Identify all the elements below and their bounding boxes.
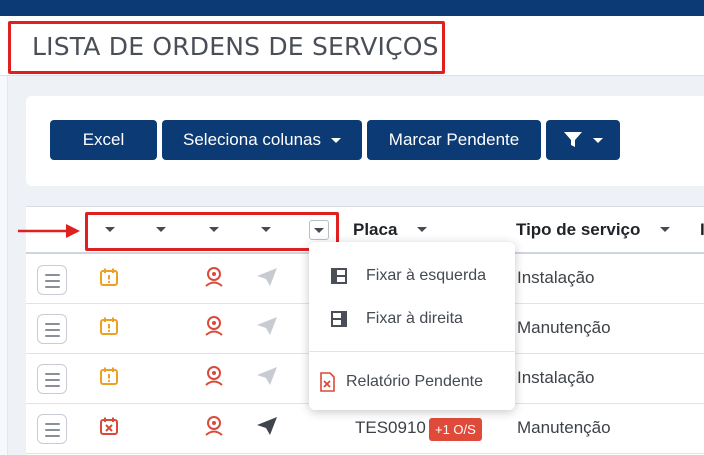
row-4-tipo: Manutenção <box>517 418 611 437</box>
select-columns-label: Seleciona colunas <box>183 130 321 149</box>
row-2-tipo: Manutenção <box>517 318 611 337</box>
extra-orders-badge: +1 O/S <box>429 418 482 441</box>
row-3-tipo: Instalação <box>517 368 595 387</box>
chevron-down-icon <box>593 137 603 143</box>
excel-button[interactable]: Excel <box>50 120 157 160</box>
mark-pending-button[interactable]: Marcar Pendente <box>367 120 541 160</box>
header-placa[interactable]: Placa <box>353 220 397 240</box>
arrow-right-icon <box>18 224 80 238</box>
calendar-alert-icon <box>100 317 118 335</box>
report-pending-icon <box>320 372 335 392</box>
column-options-menu: Fixar à esquerda Fixar à direita Relatór… <box>309 242 515 410</box>
row-4-placa: TES0910 <box>355 418 426 437</box>
send-icon[interactable] <box>256 267 278 287</box>
row-menu-button[interactable] <box>37 414 67 444</box>
send-icon[interactable] <box>256 416 278 436</box>
row-menu-button[interactable] <box>37 364 67 394</box>
pin-left-menu-item[interactable]: Fixar à esquerda <box>309 256 515 296</box>
driver-icon <box>205 267 223 287</box>
header-next-column-partial: I <box>700 220 704 239</box>
calendar-alert-icon <box>100 268 118 286</box>
driver-icon <box>205 316 223 336</box>
pending-report-label: Relatório Pendente <box>346 373 483 390</box>
excel-button-label: Excel <box>82 130 125 149</box>
tipo-sort-caret[interactable] <box>660 227 670 232</box>
select-columns-button[interactable]: Seleciona colunas <box>162 120 362 160</box>
top-bar <box>0 0 704 16</box>
funnel-icon <box>564 132 582 147</box>
pin-right-label: Fixar à direita <box>366 310 463 327</box>
pin-right-menu-item[interactable]: Fixar à direita <box>309 299 515 339</box>
pin-left-icon <box>331 268 347 284</box>
filter-button[interactable] <box>546 120 620 160</box>
calendar-alert-icon <box>100 367 118 385</box>
chevron-down-icon <box>330 137 341 143</box>
pending-report-menu-item[interactable]: Relatório Pendente <box>309 362 515 402</box>
pin-left-label: Fixar à esquerda <box>366 267 487 284</box>
header-tipo-servico[interactable]: Tipo de serviço <box>516 220 640 240</box>
title-highlight-box <box>8 21 445 74</box>
driver-icon <box>205 366 223 386</box>
menu-divider <box>309 351 515 352</box>
row-menu-button[interactable] <box>37 314 67 344</box>
pin-right-icon <box>331 311 347 327</box>
send-icon[interactable] <box>256 366 278 386</box>
left-strip <box>0 76 8 455</box>
header-icons-highlight-box <box>85 212 339 251</box>
mark-pending-label: Marcar Pendente <box>388 130 520 149</box>
calendar-cancel-icon <box>100 417 118 435</box>
row-1-tipo: Instalação <box>517 268 595 287</box>
send-icon[interactable] <box>256 316 278 336</box>
row-menu-button[interactable] <box>37 265 67 295</box>
placa-sort-caret[interactable] <box>417 227 427 232</box>
driver-icon <box>205 416 223 436</box>
